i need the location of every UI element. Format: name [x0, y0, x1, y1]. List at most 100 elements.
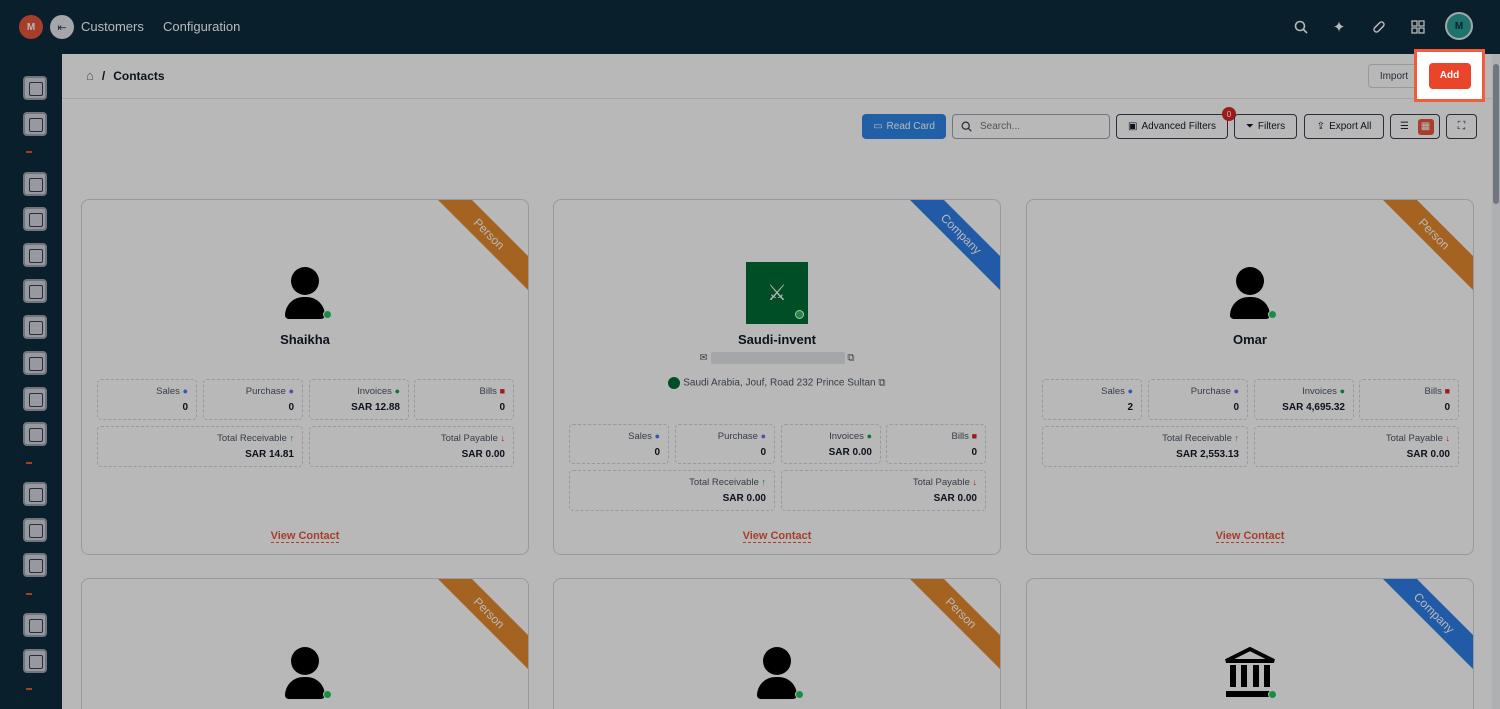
- contact-card: Person Omar Sales ● 2 Purchase ● 0 Invoi…: [1026, 199, 1474, 555]
- copy-icon[interactable]: ⧉: [878, 378, 885, 389]
- document-icon[interactable]: [23, 243, 47, 267]
- bills-stat: Bills ■ 0: [414, 379, 514, 420]
- report-icon[interactable]: [23, 649, 47, 673]
- money-icon[interactable]: [23, 351, 47, 375]
- header-divider: [62, 98, 1500, 99]
- purchase-stat: Purchase ● 0: [675, 424, 775, 464]
- stat-value: SAR 0.00: [828, 447, 872, 458]
- contact-card: Person: [553, 578, 1001, 709]
- import-button[interactable]: Import: [1368, 64, 1420, 88]
- contact-name: Saudi-invent: [737, 332, 816, 347]
- stat-label: Total Receivable: [689, 477, 759, 488]
- address-line: Saudi Arabia, Jouf, Road 232 Prince Sult…: [554, 377, 1000, 389]
- search-doc-icon[interactable]: [23, 387, 47, 411]
- stat-value: 0: [1444, 402, 1450, 413]
- stat-label: Total Receivable: [1162, 433, 1232, 444]
- stat-label: Purchase: [245, 386, 286, 397]
- sales-icon[interactable]: [23, 172, 47, 196]
- filters-button[interactable]: ⏷ Filters: [1234, 114, 1297, 139]
- search-icon[interactable]: [1290, 16, 1312, 38]
- search-box[interactable]: [952, 114, 1110, 139]
- sales-stat: Sales ● 2: [1042, 379, 1142, 420]
- invoices-stat: Invoices ● SAR 0.00: [781, 424, 881, 464]
- address-value: Saudi Arabia, Jouf, Road 232 Prince Sult…: [683, 377, 876, 389]
- grid-view-icon[interactable]: ▦: [1417, 118, 1434, 135]
- export-all-button[interactable]: ⇪ Export All: [1304, 114, 1384, 139]
- contact-name: Shaikha: [280, 332, 330, 347]
- export-icon: ⇪: [1316, 121, 1326, 132]
- notebook-icon[interactable]: [23, 76, 47, 100]
- total-payable-stat: Total Payable ↓ SAR 0.00: [1254, 426, 1459, 467]
- fullscreen-icon[interactable]: ⛶: [1446, 114, 1477, 139]
- app-logo[interactable]: M: [19, 15, 43, 39]
- list-view-icon[interactable]: ☰: [1397, 119, 1413, 135]
- stat-value: 0: [499, 402, 505, 413]
- stat-label: Sales: [1101, 386, 1125, 397]
- apps-grid-icon[interactable]: [1407, 16, 1429, 38]
- sidebar: [0, 54, 62, 709]
- search-input[interactable]: [980, 121, 1100, 132]
- headset-icon[interactable]: [23, 482, 47, 506]
- stat-value: 0: [654, 447, 660, 458]
- stat-label: Sales: [628, 431, 652, 442]
- contact-type-ribbon: Person: [432, 579, 528, 675]
- nav-configuration[interactable]: Configuration: [163, 19, 240, 34]
- add-button-highlight: Add: [1414, 49, 1485, 102]
- stat-value: SAR 0.00: [933, 493, 977, 504]
- export-all-label: Export All: [1329, 121, 1372, 132]
- read-card-button[interactable]: ▭ Read Card: [862, 114, 946, 139]
- status-dot: [323, 690, 332, 699]
- monitor-icon[interactable]: [23, 553, 47, 577]
- arrow-down-icon: ↓: [500, 433, 506, 443]
- settings-icon[interactable]: [23, 613, 47, 637]
- copy-icon[interactable]: ⧉: [847, 353, 854, 364]
- status-dot: [323, 310, 332, 319]
- view-contact-link[interactable]: View Contact: [554, 530, 1000, 543]
- view-contact-link[interactable]: View Contact: [1027, 530, 1473, 543]
- total-receivable-stat: Total Receivable ↑ SAR 2,553.13: [1042, 426, 1248, 467]
- stat-label: Bills: [951, 431, 969, 442]
- calendar-icon[interactable]: [23, 422, 47, 446]
- clipboard-icon[interactable]: [23, 279, 47, 303]
- breadcrumb: ⌂ / Contacts: [86, 68, 165, 83]
- invoice-icon: ●: [394, 386, 400, 396]
- purchase-stat: Purchase ● 0: [1148, 379, 1248, 420]
- box-icon[interactable]: [23, 315, 47, 339]
- stat-value: SAR 0.00: [1406, 449, 1450, 460]
- stat-value: 0: [971, 447, 977, 458]
- person-avatar-icon: [753, 647, 801, 701]
- contact-name: Omar: [1233, 332, 1267, 347]
- advanced-filters-label: Advanced Filters: [1141, 121, 1216, 132]
- scrollbar[interactable]: [1492, 54, 1500, 709]
- stat-value: 2: [1127, 402, 1133, 413]
- home-icon[interactable]: ⌂: [86, 68, 94, 83]
- advanced-filters-button[interactable]: ▣ Advanced Filters: [1116, 114, 1228, 139]
- top-bar: M ⇤ Customers Configuration ✦ M: [0, 0, 1500, 54]
- contact-card: Company ⚔ Saudi-invent ✉ ⧉ Saudi Arabia,…: [553, 199, 1001, 555]
- bar-chart-icon[interactable]: [23, 207, 47, 231]
- breadcrumb-separator: /: [101, 68, 106, 83]
- basket-icon: ●: [760, 431, 766, 441]
- arrow-down-icon: ↓: [972, 477, 978, 487]
- sidebar-collapse-icon[interactable]: ⇤: [50, 15, 74, 39]
- email-line: ✉ ⧉: [554, 352, 1000, 364]
- nav-customers[interactable]: Customers: [81, 19, 144, 34]
- add-button[interactable]: Add: [1428, 62, 1471, 89]
- status-dot: [795, 690, 804, 699]
- purchase-stat: Purchase ● 0: [203, 379, 303, 420]
- stat-label: Invoices: [357, 386, 392, 397]
- view-toggle: ☰ ▦: [1390, 114, 1440, 139]
- stat-value: SAR 0.00: [722, 493, 766, 504]
- invoice-icon: ●: [1339, 386, 1345, 396]
- chart-icon[interactable]: [23, 112, 47, 136]
- pill-icon[interactable]: [1368, 16, 1390, 38]
- view-contact-link[interactable]: View Contact: [82, 530, 528, 543]
- stat-value: 0: [288, 402, 294, 413]
- stat-value: SAR 4,695.32: [1282, 402, 1345, 413]
- magic-wand-icon[interactable]: ✦: [1328, 16, 1350, 38]
- user-avatar[interactable]: M: [1445, 12, 1473, 40]
- folder-icon[interactable]: [23, 518, 47, 542]
- sales-stat: Sales ● 0: [97, 379, 197, 420]
- contact-type-ribbon: Person: [1377, 200, 1473, 296]
- sidebar-divider: [26, 462, 32, 464]
